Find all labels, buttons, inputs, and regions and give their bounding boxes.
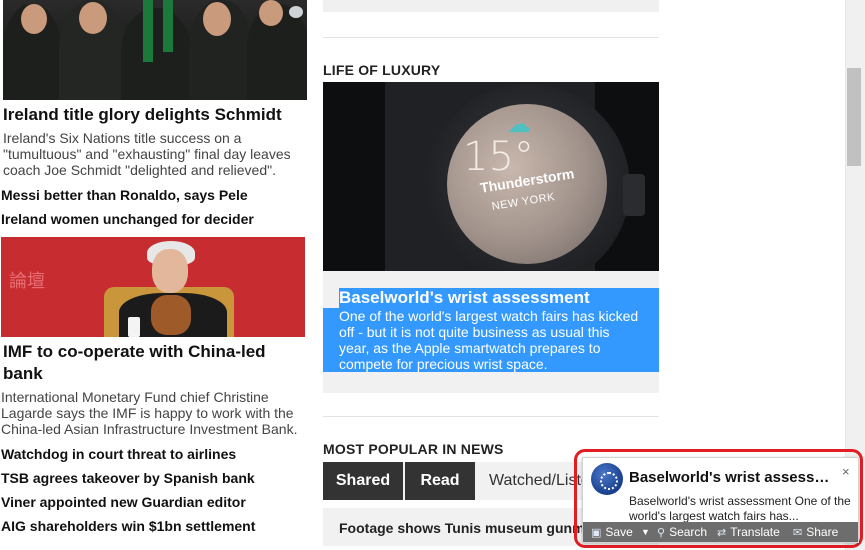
link-viner[interactable]: Viner appointed new Guardian editor (1, 493, 246, 511)
tab-shared[interactable]: Shared (323, 462, 403, 500)
save-label: Save (605, 525, 633, 539)
translate-button[interactable]: ⇄ Translate (717, 522, 780, 542)
notification-popup[interactable]: Baselworld's wrist assessm... × Baselwor… (582, 457, 859, 543)
previous-card-bottom (323, 0, 659, 12)
search-label: Search (669, 525, 708, 539)
share-icon: ✉ (793, 526, 803, 539)
story-headline-ireland[interactable]: Ireland title glory delights Schmidt (3, 104, 307, 126)
rugby-celebration-photo[interactable] (3, 0, 307, 100)
search-icon: ⚲ (657, 526, 666, 539)
save-button[interactable]: ▣ Save (591, 522, 633, 542)
link-messi[interactable]: Messi better than Ronaldo, says Pele (1, 186, 248, 204)
story-standfirst-imf: International Monetary Fund chief Christ… (1, 389, 298, 437)
share-button[interactable]: ✉ Share (793, 522, 838, 542)
popular-item-text[interactable]: Footage shows Tunis museum gunmen (339, 520, 601, 536)
link-aig[interactable]: AIG shareholders win $1bn settlement (1, 517, 255, 535)
imf-lagarde-photo[interactable]: 論壇 (1, 237, 305, 337)
notification-title[interactable]: Baselworld's wrist assessm... (629, 469, 837, 486)
scrollbar-thumb[interactable] (847, 68, 861, 166)
save-dropdown-icon[interactable]: ▼ (641, 522, 650, 542)
story-headline-imf[interactable]: IMF to co-operate with China-led bank (3, 341, 303, 385)
tab-read[interactable]: Read (405, 462, 475, 500)
link-watchdog[interactable]: Watchdog in court threat to airlines (1, 445, 236, 463)
section-divider (323, 37, 659, 38)
story-standfirst-ireland: Ireland's Six Nations title success on a… (3, 130, 291, 178)
section-title-life-of-luxury[interactable]: LIFE OF LUXURY (323, 62, 440, 78)
link-ireland-women[interactable]: Ireland women unchanged for decider (1, 210, 254, 228)
link-tsb[interactable]: TSB agrees takeover by Spanish bank (1, 469, 255, 487)
section-divider-2 (323, 416, 659, 417)
notification-body[interactable]: Baselworld's wrist assessment One of the… (629, 494, 855, 524)
notification-action-bar: ▣ Save ▼ ⚲ Search ⇄ Translate ✉ Share (583, 522, 858, 542)
luxury-story-text: One of the world's largest watch fairs h… (323, 308, 659, 372)
smartwatch-photo[interactable]: ☁ 15° Thunderstorm NEW YORK (323, 82, 659, 271)
close-icon[interactable]: × (842, 464, 850, 479)
translate-icon: ⇄ (717, 526, 727, 539)
luxury-story-title[interactable]: Baselworld's wrist assessment (339, 288, 659, 308)
search-button[interactable]: ⚲ Search (657, 522, 707, 542)
app-logo-icon (591, 463, 623, 495)
share-label: Share (806, 525, 839, 539)
translate-label: Translate (730, 525, 780, 539)
save-icon: ▣ (591, 526, 602, 539)
section-title-most-popular[interactable]: MOST POPULAR IN NEWS (323, 441, 504, 457)
